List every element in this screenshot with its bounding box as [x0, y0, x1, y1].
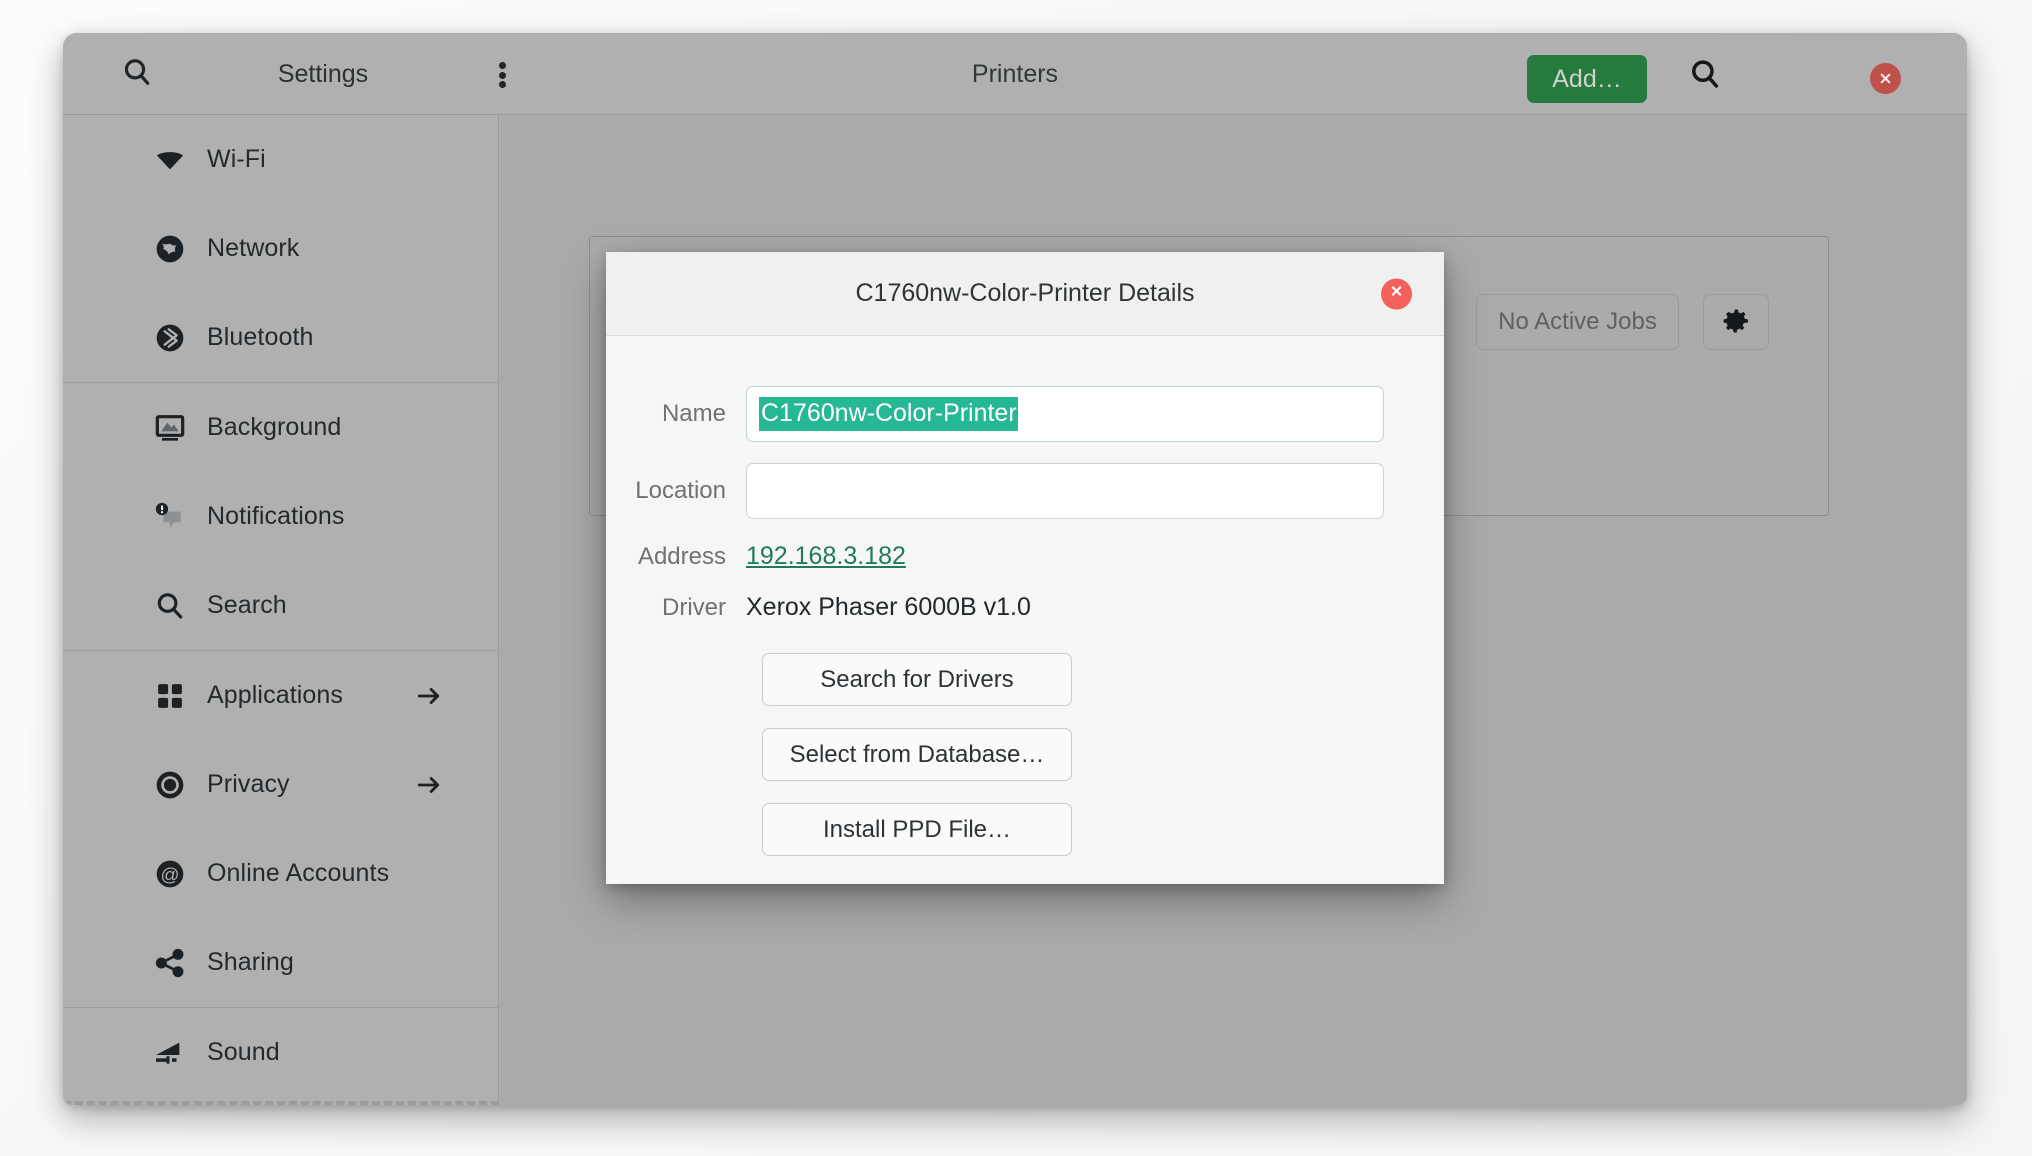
- chevron-right-icon: [416, 683, 442, 709]
- dialog-close-button[interactable]: [1381, 278, 1412, 309]
- search-for-drivers-button[interactable]: Search for Drivers: [762, 653, 1072, 706]
- address-field-row: Address 192.168.3.182: [606, 542, 906, 571]
- sidebar-item-background[interactable]: Background: [63, 383, 498, 472]
- sidebar-group: Sound: [63, 1008, 498, 1097]
- dialog-close-icon: [1389, 284, 1404, 304]
- sidebar-item-label: Background: [207, 413, 342, 441]
- sidebar-item-notifications[interactable]: Notifications: [63, 472, 498, 561]
- name-input[interactable]: C1760nw-Color-Printer: [746, 386, 1384, 442]
- globe-icon: [153, 232, 187, 266]
- kebab-menu-icon: [498, 62, 506, 69]
- location-input[interactable]: [746, 463, 1384, 519]
- wifi-icon: [153, 143, 187, 177]
- kebab-menu-icon: [498, 71, 506, 79]
- name-label: Name: [661, 400, 726, 427]
- screen-root: Settings Printers Add… Wi-Fi Network Blu…: [0, 0, 2032, 1156]
- sidebar-item-label: Applications: [207, 681, 344, 709]
- sidebar-item-label: Search: [207, 591, 287, 619]
- gear-icon: [1721, 306, 1751, 339]
- sidebar-item-network[interactable]: Network: [63, 204, 498, 293]
- location-label: Location: [635, 477, 726, 504]
- search-icon: [121, 56, 153, 93]
- kebab-menu-button[interactable]: [487, 59, 517, 91]
- sidebar-item-label: Wi-Fi: [207, 145, 266, 173]
- svg-text:@: @: [161, 864, 180, 885]
- address-label: Address: [637, 542, 726, 570]
- sidebar-item-label: Online Accounts: [207, 859, 390, 887]
- sidebar-item-label: Sharing: [207, 948, 294, 976]
- sidebar-bottom-divider: [63, 1101, 498, 1105]
- sidebar-item-label: Network: [207, 234, 300, 262]
- app-title: Settings: [277, 60, 369, 88]
- sidebar-item-label: Privacy: [207, 770, 290, 798]
- sidebar-item-privacy[interactable]: Privacy: [63, 740, 498, 829]
- sidebar-search-button[interactable]: [117, 54, 157, 94]
- location-field-row: Location: [606, 463, 1384, 519]
- notification-bubble-icon: [153, 500, 187, 534]
- grid-squares-icon: [153, 679, 187, 713]
- sidebar-group: Wi-Fi Network Bluetooth: [63, 115, 498, 383]
- sidebar-item-applications[interactable]: Applications: [63, 651, 498, 740]
- sidebar[interactable]: Wi-Fi Network Bluetooth Background Notif…: [63, 115, 499, 1105]
- add-printer-button[interactable]: Add…: [1527, 55, 1647, 103]
- sidebar-item-online-accounts[interactable]: @ Online Accounts: [63, 829, 498, 918]
- window-close-icon: [1878, 71, 1893, 86]
- at-sign-icon: @: [153, 857, 187, 891]
- sidebar-item-sound[interactable]: Sound: [63, 1008, 498, 1097]
- volume-icon: [153, 1036, 187, 1070]
- active-jobs-button[interactable]: No Active Jobs: [1476, 294, 1679, 350]
- target-circle-icon: [153, 768, 187, 802]
- search-icon: [1688, 57, 1722, 96]
- printer-details-dialog: C1760nw-Color-Printer Details Name C1760…: [606, 252, 1444, 884]
- driver-value: Xerox Phaser 6000B v1.0: [746, 593, 1031, 621]
- sidebar-group: Background Notifications Search: [63, 383, 498, 651]
- sidebar-item-label: Bluetooth: [207, 323, 314, 351]
- driver-label: Driver: [662, 593, 726, 621]
- sidebar-item-wi-fi[interactable]: Wi-Fi: [63, 115, 498, 204]
- sidebar-group: Applications Privacy @ Online Accounts S…: [63, 651, 498, 1008]
- printer-settings-button[interactable]: [1703, 294, 1769, 350]
- sidebar-item-label: Notifications: [207, 502, 345, 530]
- window-close-button[interactable]: [1870, 63, 1901, 94]
- dialog-title: C1760nw-Color-Printer Details: [855, 279, 1195, 307]
- sidebar-item-bluetooth[interactable]: Bluetooth: [63, 293, 498, 382]
- printer-search-button[interactable]: [1683, 54, 1727, 98]
- select-from-database-button[interactable]: Select from Database…: [762, 728, 1072, 781]
- name-field-row: Name C1760nw-Color-Printer: [606, 386, 1384, 442]
- monitor-icon: [153, 411, 187, 445]
- sidebar-item-sharing[interactable]: Sharing: [63, 918, 498, 1007]
- dialog-header: C1760nw-Color-Printer Details: [606, 252, 1444, 336]
- install-ppd-file-button[interactable]: Install PPD File…: [762, 803, 1072, 856]
- sidebar-item-label: Sound: [207, 1038, 280, 1066]
- header-bar: Settings Printers Add…: [63, 33, 1967, 115]
- chevron-right-icon: [416, 772, 442, 798]
- bluetooth-icon: [153, 321, 187, 355]
- search-icon: [153, 589, 187, 623]
- share-nodes-icon: [153, 946, 187, 980]
- driver-field-row: Driver Xerox Phaser 6000B v1.0: [606, 593, 1031, 622]
- kebab-menu-icon: [498, 81, 506, 88]
- name-input-value: C1760nw-Color-Printer: [759, 396, 1018, 432]
- sidebar-item-search[interactable]: Search: [63, 561, 498, 650]
- address-link[interactable]: 192.168.3.182: [746, 542, 906, 571]
